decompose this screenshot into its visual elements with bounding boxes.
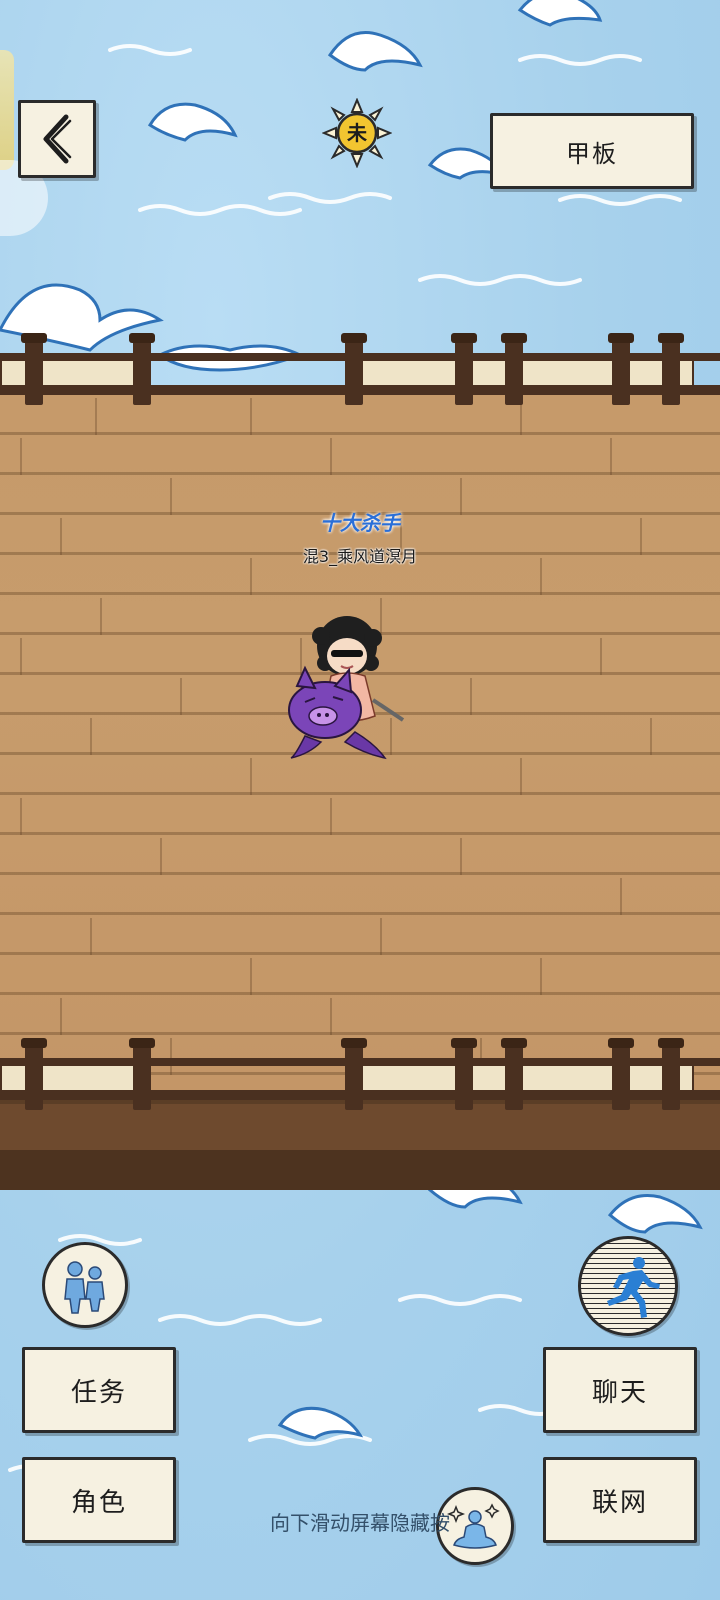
auto-run-button[interactable] (578, 1236, 678, 1336)
party-button[interactable] (42, 1242, 128, 1328)
quest-button[interactable]: 任务 (22, 1347, 176, 1433)
deck-railing-bottom (0, 1038, 720, 1110)
network-button[interactable]: 联网 (543, 1457, 697, 1543)
side-scroll-edge (0, 50, 14, 170)
people-icon (64, 1261, 105, 1314)
location-label: 甲板 (490, 113, 694, 189)
chat-button[interactable]: 聊天 (543, 1347, 697, 1433)
time-glyph: 未 (347, 121, 367, 145)
running-icon (607, 1257, 660, 1318)
hide-buttons-hint: 向下滑动屏幕隐藏按 (270, 1511, 450, 1535)
deck-railing-top (0, 333, 720, 405)
chevron-left-icon (43, 114, 72, 164)
time-badge[interactable]: 未 (322, 98, 392, 168)
player-name: 混3_乘风道溟月 (302, 547, 418, 566)
character-button[interactable]: 角色 (22, 1457, 176, 1543)
player-character[interactable] (285, 608, 415, 768)
player-title: 十大杀手 (320, 511, 400, 535)
back-button[interactable] (18, 100, 96, 178)
